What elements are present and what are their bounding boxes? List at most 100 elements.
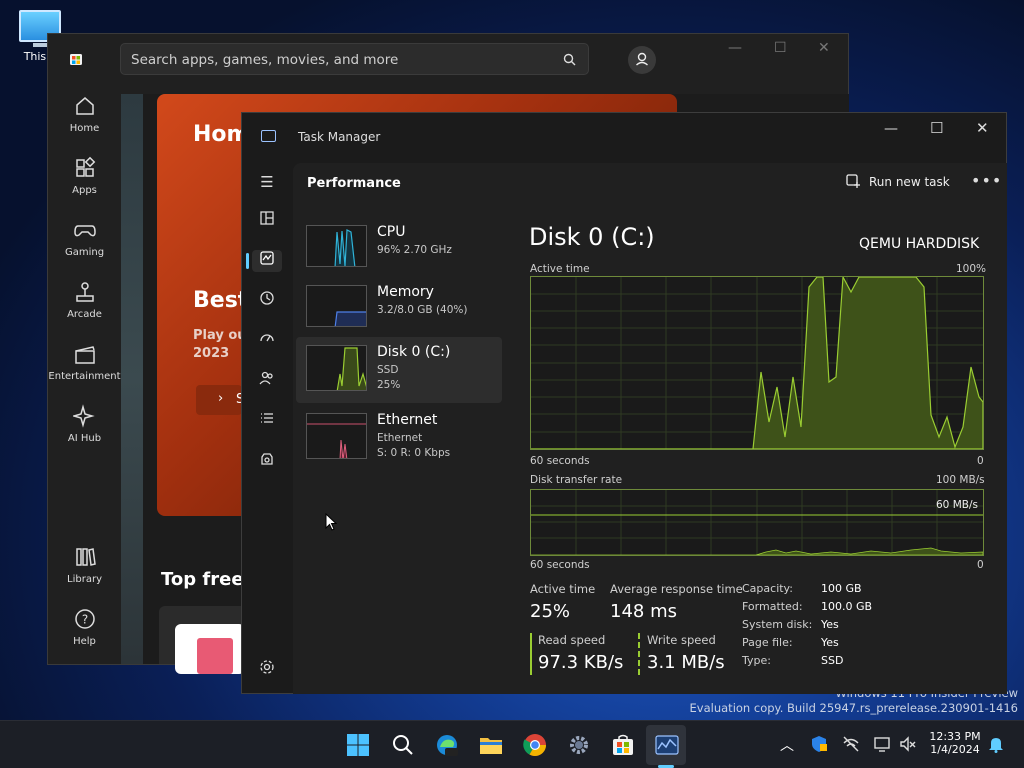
person-icon (636, 52, 648, 66)
settings-gear-icon[interactable] (256, 659, 278, 681)
active-time-graph-max: 100% (956, 263, 987, 275)
response-time-stat-label: Average response time (610, 582, 743, 596)
hero-carousel-prev-image (121, 94, 143, 664)
run-new-task-button[interactable]: Run new task (846, 174, 950, 189)
store-nav-arcade[interactable]: Arcade (48, 280, 121, 320)
store-close-button[interactable]: ✕ (818, 40, 830, 56)
tile-memory[interactable]: Memory 3.2/8.0 GB (40%) (296, 277, 502, 341)
mouse-cursor-icon (325, 513, 337, 531)
hero-action-button[interactable]: › S (196, 385, 244, 415)
disk-title: Disk 0 (C:) (529, 223, 655, 251)
clock-time: 12:33 PM (929, 730, 981, 743)
app-card-icon (175, 624, 245, 674)
hamburger-menu-icon[interactable]: ☰ (256, 171, 278, 193)
store-nav-library[interactable]: Library (48, 545, 121, 585)
store-nav-apps[interactable]: Apps (48, 156, 121, 196)
search-icon[interactable] (391, 733, 415, 757)
gamepad-icon (73, 225, 96, 237)
tile-ethernet[interactable]: Ethernet Ethernet S: 0 R: 0 Kbps (296, 405, 502, 469)
library-icon (75, 548, 96, 566)
store-maximize-button[interactable]: ☐ (774, 40, 787, 56)
account-avatar[interactable] (628, 46, 656, 74)
maximize-button[interactable]: ☐ (930, 119, 943, 137)
hero-text-line1: Play ou (193, 328, 247, 343)
performance-pane: Performance Run new task ••• CPU 96% 2.7… (293, 163, 1007, 694)
clock[interactable]: 12:33 PM 1/4/2024 (922, 730, 988, 756)
prop-system-disk-label: System disk: (742, 618, 813, 631)
store-minimize-button[interactable]: — (728, 40, 742, 56)
prop-type-value: SSD (821, 654, 844, 667)
notification-bell-icon[interactable] (988, 735, 1004, 753)
svg-text:?: ? (81, 613, 87, 627)
store-search-input[interactable]: Search apps, games, movies, and more (120, 43, 589, 75)
memory-thumbnail-graph (306, 285, 367, 327)
close-button[interactable]: ✕ (976, 119, 989, 137)
chevron-right-icon: › (218, 391, 224, 406)
file-explorer-icon[interactable] (479, 733, 503, 757)
minimize-button[interactable]: — (884, 121, 898, 137)
display-icon[interactable] (873, 735, 891, 753)
transfer-graph-right: 0 (977, 559, 984, 571)
app-history-icon[interactable] (256, 290, 278, 312)
speaker-muted-icon[interactable] (899, 735, 917, 753)
network-disconnected-icon[interactable] (842, 735, 860, 753)
nav-active-indicator (246, 253, 249, 269)
read-speed-label: Read speed (538, 633, 606, 647)
prop-system-disk-value: Yes (821, 618, 839, 631)
edge-preview-icon[interactable] (435, 733, 459, 757)
start-windows-icon[interactable] (346, 733, 370, 757)
home-icon (75, 97, 94, 115)
chrome-icon[interactable] (523, 733, 547, 757)
active-time-stat-label: Active time (530, 582, 596, 596)
store-nav-home[interactable]: Home (48, 94, 121, 134)
resource-list: CPU 96% 2.70 GHz Memory 3.2/8.0 GB (40%)… (293, 213, 503, 469)
sparkle-icon (72, 404, 95, 428)
microsoft-store-icon[interactable] (611, 733, 635, 757)
tile-cpu[interactable]: CPU 96% 2.70 GHz (296, 217, 502, 281)
store-nav-ai-hub[interactable]: AI Hub (48, 404, 121, 444)
cpu-thumbnail-graph (306, 225, 367, 267)
read-speed-indicator (530, 633, 532, 675)
settings-icon[interactable] (567, 733, 591, 757)
more-options-button[interactable]: ••• (971, 171, 1002, 190)
write-speed-label: Write speed (647, 633, 716, 647)
task-manager-window: Task Manager — ☐ ✕ ☰ Performance Run new… (241, 112, 1007, 694)
task-manager-nav: ☰ (242, 113, 292, 693)
transfer-rate-graph (530, 489, 984, 556)
users-icon[interactable] (256, 370, 278, 392)
active-time-graph-right: 0 (977, 455, 984, 467)
details-icon[interactable] (256, 410, 278, 432)
startup-apps-icon[interactable] (256, 330, 278, 352)
disk-thumbnail-graph (306, 345, 367, 391)
clock-date: 1/4/2024 (930, 743, 980, 756)
prop-type-label: Type: (742, 654, 771, 667)
tile-disk[interactable]: Disk 0 (C:) SSD 25% (296, 337, 502, 403)
active-time-graph-label: Active time (530, 263, 590, 275)
new-task-icon (846, 174, 860, 188)
active-time-stat-value: 25% (530, 601, 571, 622)
window-title: Task Manager (298, 130, 381, 144)
hero-text-line2: 2023 (193, 346, 230, 361)
clapperboard-icon (74, 346, 95, 364)
prop-capacity-value: 100 GB (821, 582, 862, 595)
store-nav-help[interactable]: ? Help (48, 607, 121, 647)
section-title: Performance (307, 176, 401, 191)
prop-formatted-value: 100.0 GB (821, 600, 873, 613)
services-icon[interactable] (256, 451, 278, 473)
performance-icon[interactable] (252, 250, 282, 272)
active-time-graph-left: 60 seconds (530, 455, 590, 467)
store-nav-entertainment[interactable]: Entertainment (48, 342, 121, 382)
joystick-icon (75, 282, 94, 302)
prop-capacity-label: Capacity: (742, 582, 793, 595)
task-manager-icon[interactable] (655, 733, 679, 757)
prop-page-file-label: Page file: (742, 636, 793, 649)
windows-security-icon[interactable] (810, 735, 828, 753)
processes-icon[interactable] (256, 210, 278, 232)
read-speed-value: 97.3 KB/s (538, 652, 624, 673)
store-logo-icon (70, 54, 82, 65)
search-icon[interactable] (563, 53, 576, 66)
show-hidden-icons-chevron-icon[interactable]: ︿ (780, 735, 794, 755)
store-nav-gaming[interactable]: Gaming (48, 218, 121, 258)
active-time-graph (530, 274, 984, 450)
ethernet-thumbnail-graph (306, 413, 367, 459)
